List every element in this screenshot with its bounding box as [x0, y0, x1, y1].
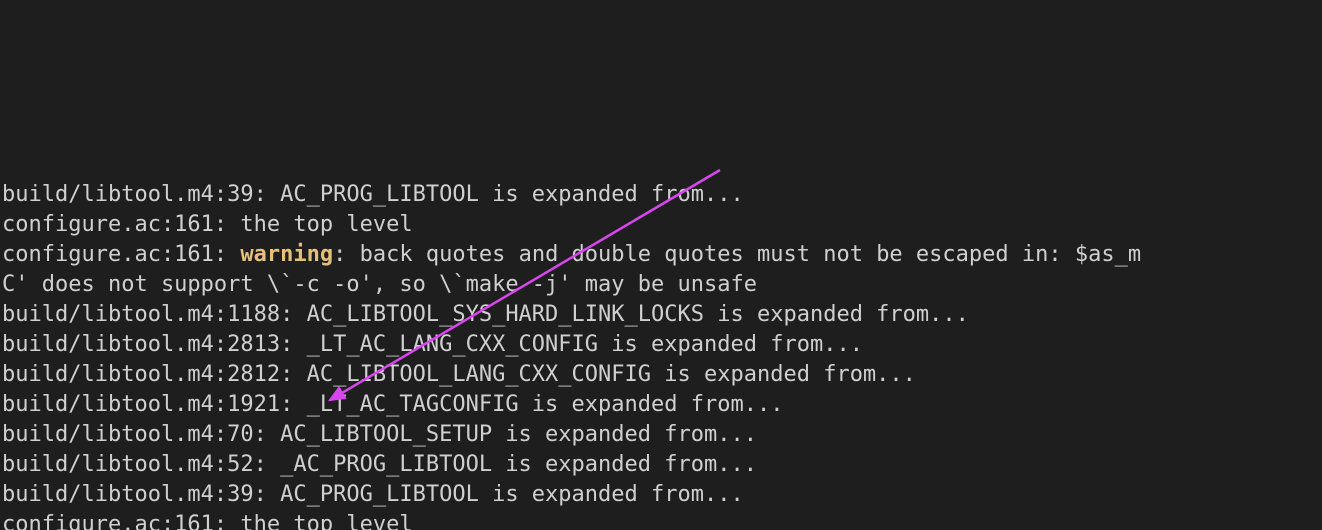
output-line: build/libtool.m4:39: AC_PROG_LIBTOOL is …: [2, 482, 744, 507]
warning-label: warning: [240, 242, 333, 267]
output-line: configure.ac:161: the top level: [2, 212, 413, 237]
output-line: build/libtool.m4:70: AC_LIBTOOL_SETUP is…: [2, 422, 757, 447]
output-line: build/libtool.m4:1921: _LT_AC_TAGCONFIG …: [2, 392, 783, 417]
output-line: build/libtool.m4:39: AC_PROG_LIBTOOL is …: [2, 182, 744, 207]
output-line: configure.ac:161: warning: back quotes a…: [2, 242, 1141, 267]
terminal-output[interactable]: build/libtool.m4:39: AC_PROG_LIBTOOL is …: [0, 150, 1322, 530]
output-line: build/libtool.m4:2812: AC_LIBTOOL_LANG_C…: [2, 362, 916, 387]
output-line: build/libtool.m4:52: _AC_PROG_LIBTOOL is…: [2, 452, 757, 477]
output-line: configure.ac:161: the top level: [2, 512, 413, 530]
output-line: build/libtool.m4:2813: _LT_AC_LANG_CXX_C…: [2, 332, 863, 357]
output-line: build/libtool.m4:1188: AC_LIBTOOL_SYS_HA…: [2, 302, 969, 327]
output-line: C' does not support \`-c -o', so \`make …: [2, 272, 757, 297]
